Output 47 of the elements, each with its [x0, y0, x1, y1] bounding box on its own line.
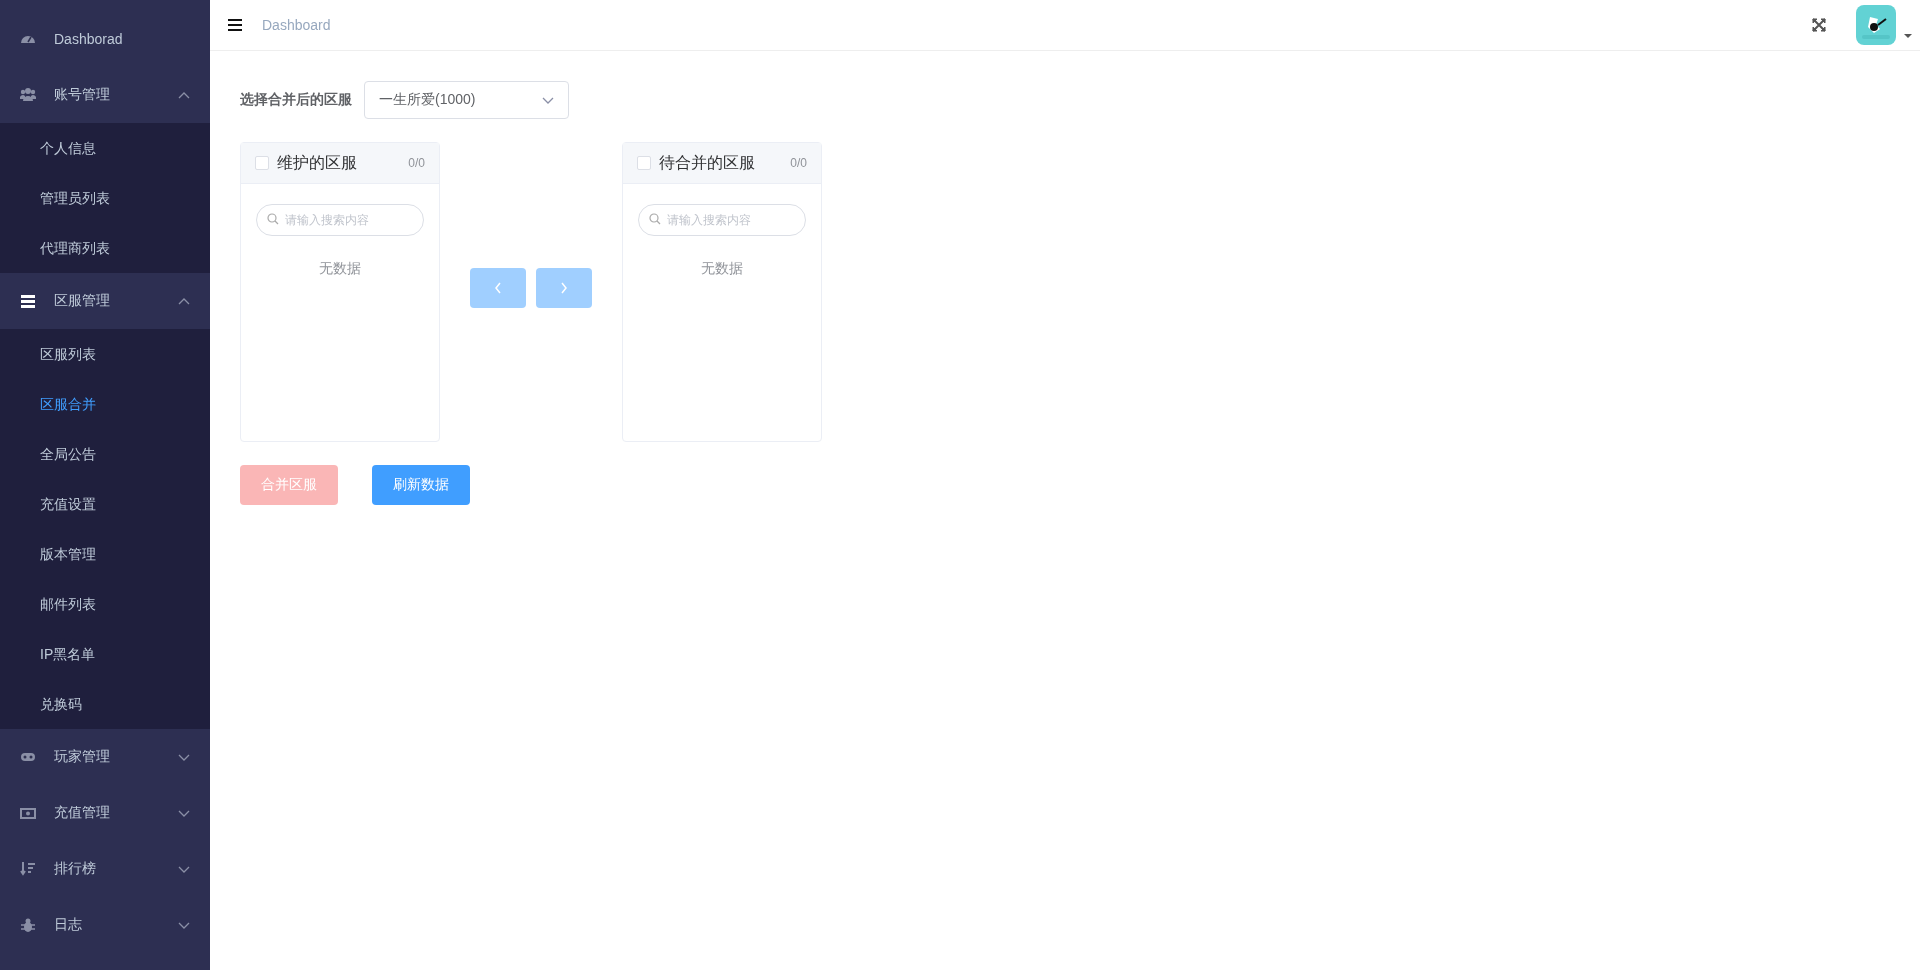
menu-item[interactable]: 排行榜 [0, 841, 210, 897]
submenu-item[interactable]: 管理员列表 [0, 173, 210, 223]
checkbox[interactable] [255, 156, 269, 170]
server-icon [20, 293, 36, 309]
search-field[interactable]: 请输入搜索内容 [638, 204, 806, 236]
menu-item[interactable]: 日志 [0, 897, 210, 953]
submenu-item[interactable]: 区服合并 [0, 379, 210, 429]
submenu-item[interactable]: 区服列表 [0, 329, 210, 379]
search-field[interactable]: 请输入搜索内容 [256, 204, 424, 236]
menu-item[interactable]: 充值管理 [0, 785, 210, 841]
caret-icon [1904, 34, 1912, 38]
menu-item[interactable]: 区服管理 [0, 273, 210, 329]
menu-icon [228, 19, 242, 31]
submenu-item[interactable]: 兑换码 [0, 679, 210, 729]
panel-title: 待合并的区服 [659, 152, 756, 173]
submenu-item[interactable]: 个人信息 [0, 123, 210, 173]
field-label: 选择合并后的区服 [240, 91, 352, 109]
submenu-item[interactable]: 代理商列表 [0, 223, 210, 273]
chevron-down-icon [178, 864, 190, 874]
chevron-up-icon [178, 296, 190, 306]
submenu-item[interactable]: IP黑名单 [0, 629, 210, 679]
item-count: 0/0 [408, 156, 425, 170]
submenu-item[interactable]: 充值设置 [0, 479, 210, 529]
submenu-item[interactable]: 全局公告 [0, 429, 210, 479]
chevron-down-icon [178, 808, 190, 818]
chevron-down-icon [178, 920, 190, 930]
chevron-down-icon [542, 95, 554, 105]
menu-item[interactable]: Dashborad [0, 11, 210, 67]
fullscreen-icon [1812, 18, 1826, 32]
menu-item[interactable]: 账号管理 [0, 67, 210, 123]
item-count: 0/0 [790, 156, 807, 170]
checkbox[interactable] [637, 156, 651, 170]
sort-icon [20, 861, 36, 877]
bug-icon [20, 917, 36, 933]
chevron-right-icon [560, 282, 568, 294]
panel-title: 维护的区服 [277, 152, 358, 173]
submenu-item[interactable]: 版本管理 [0, 529, 210, 579]
empty-text: 无数据 [700, 260, 744, 278]
server-select[interactable]: 一生所爱(1000) [364, 81, 569, 119]
chevron-down-icon [178, 752, 190, 762]
banknote-icon [20, 805, 36, 821]
chevron-up-icon [178, 90, 190, 100]
menu-item[interactable]: 玩家管理 [0, 729, 210, 785]
empty-text: 无数据 [318, 260, 362, 278]
chevron-left-icon [494, 282, 502, 294]
submenu-item[interactable]: 邮件列表 [0, 579, 210, 629]
users-icon [20, 87, 36, 103]
